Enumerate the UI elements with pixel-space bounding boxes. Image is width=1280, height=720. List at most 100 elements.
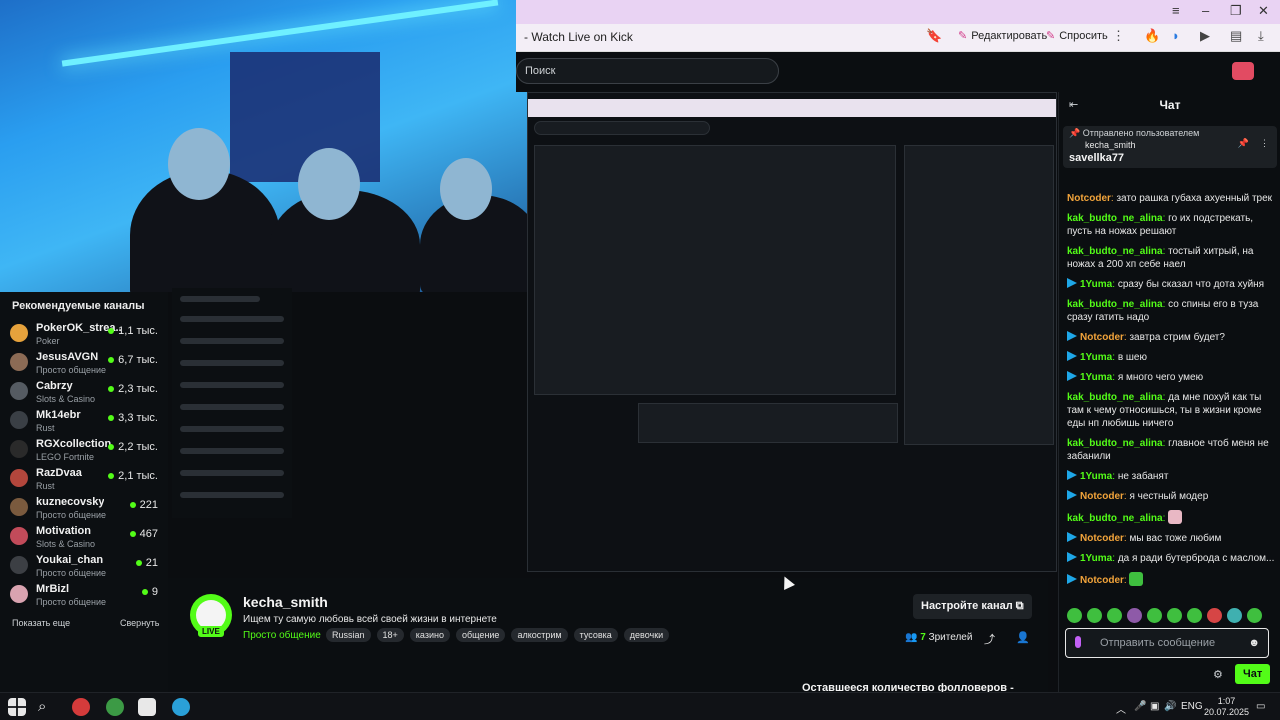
chat-username[interactable]: kak_budto_ne_alina — [1067, 213, 1163, 224]
notification-icon[interactable]: ▭ — [1256, 701, 1265, 712]
mic-tray-icon[interactable]: 🎤 — [1134, 701, 1146, 712]
fire-icon[interactable]: 🔥 — [1144, 28, 1160, 44]
chat-username[interactable]: 1Yuma — [1080, 372, 1112, 383]
tag[interactable]: тусовка — [573, 628, 618, 642]
chat-send-button[interactable]: Чат — [1235, 664, 1271, 684]
media-icon[interactable]: ▶ — [1200, 28, 1210, 44]
yandex-browser-icon[interactable] — [138, 698, 156, 716]
emote-icon[interactable] — [1207, 608, 1222, 623]
pinned-more-icon[interactable]: ⋮ — [1260, 138, 1269, 149]
recommended-sidebar: Рекомендуемые каналы PokerOK_strea... Po… — [0, 292, 168, 692]
chat-username[interactable]: 1Yuma — [1080, 352, 1112, 363]
browser-tabbar: - Watch Live on Kick 🔖 ✎ Редактировать ✎… — [516, 24, 1280, 52]
show-more-button[interactable]: Показать еще — [12, 618, 70, 628]
download-icon[interactable]: ⤓ — [1258, 28, 1264, 44]
emote-icon[interactable] — [1147, 608, 1162, 623]
search-input[interactable]: Поиск — [516, 58, 779, 84]
tag[interactable]: девочки — [623, 628, 670, 642]
chat-username[interactable]: Notcoder — [1067, 193, 1111, 204]
clock[interactable]: 1:07 20.07.2025 — [1204, 696, 1249, 718]
bookmark-icon[interactable]: 🔖 — [926, 28, 942, 44]
camera-tray-icon[interactable]: ▣ — [1150, 701, 1159, 712]
collapse-button[interactable]: Свернуть — [120, 618, 159, 628]
user-settings-icon[interactable]: 👤 — [1016, 631, 1030, 644]
channel-category: Просто общение — [36, 597, 106, 607]
chat-text: я много чего умею — [1117, 372, 1204, 383]
sidebar-channel[interactable]: Mk14ebr Rust 3,3 тыс. — [10, 407, 160, 435]
chat-username[interactable]: Notcoder — [1080, 575, 1124, 586]
sidebar-channel[interactable]: Youkai_chan Просто общение 21 — [10, 552, 160, 580]
telegram-icon[interactable] — [172, 698, 190, 716]
emote-icon[interactable] — [1127, 608, 1142, 623]
tag[interactable]: 18+ — [376, 628, 404, 642]
share-icon[interactable]: ⤴ — [984, 631, 995, 647]
chat-message: kak_budto_ne_alina: да мне похуй как ты … — [1067, 392, 1262, 429]
microphone-icon[interactable] — [1075, 636, 1081, 648]
chat-username[interactable]: kak_budto_ne_alina — [1067, 392, 1163, 403]
close-icon[interactable]: ✕ — [1258, 3, 1269, 19]
emote-icon[interactable] — [1067, 608, 1082, 623]
chrome-icon[interactable] — [106, 698, 124, 716]
chat-username[interactable]: kak_budto_ne_alina — [1067, 246, 1163, 257]
tag[interactable]: Russian — [326, 628, 371, 642]
volume-icon[interactable]: 🔊 — [1164, 701, 1176, 712]
chat-username[interactable]: kak_budto_ne_alina — [1067, 438, 1163, 449]
tray-chevron-icon[interactable]: ︿ — [1116, 701, 1126, 716]
chat-username[interactable]: Notcoder — [1080, 491, 1124, 502]
sidebar-channel[interactable]: JesusAVGN Просто общение 6,7 тыс. — [10, 349, 160, 377]
sidebar-channel[interactable]: kuznecovsky Просто общение 221 — [10, 494, 160, 522]
chat-username[interactable]: Notcoder — [1080, 332, 1124, 343]
chat-input[interactable]: Отправить сообщение ☻ — [1065, 628, 1269, 658]
emote-icon[interactable] — [1107, 608, 1122, 623]
tag[interactable]: алкострим — [511, 628, 568, 642]
chat-username[interactable]: Notcoder — [1080, 533, 1124, 544]
start-icon[interactable] — [8, 698, 26, 716]
nested-line — [180, 360, 284, 366]
emoji-icon[interactable]: ☻ — [1248, 637, 1260, 649]
sidebar-channel[interactable]: RGXcollection LEGO Fortnite 2,2 тыс. — [10, 436, 160, 464]
chat-username[interactable]: 1Yuma — [1080, 471, 1112, 482]
language-indicator[interactable]: ENG — [1181, 701, 1203, 712]
maximize-icon[interactable]: ❐ — [1230, 3, 1242, 19]
channel-name[interactable]: kecha_smith — [243, 594, 328, 610]
ask-button[interactable]: ✎ Спросить — [1046, 29, 1108, 43]
more-icon[interactable]: ⋮ — [1112, 28, 1125, 44]
tag[interactable]: казино — [409, 628, 450, 642]
emote-icon[interactable] — [1167, 608, 1182, 623]
chat-username[interactable]: kak_budto_ne_alina — [1067, 299, 1163, 310]
unpin-icon[interactable]: 📌 — [1238, 138, 1249, 149]
audio-icon[interactable]: ◗ — [1172, 28, 1180, 43]
stream-preview[interactable] — [527, 92, 1057, 572]
collections-icon[interactable]: ▤ — [1230, 28, 1242, 44]
sidebar-channel[interactable]: Motivation Slots & Casino 467 — [10, 523, 160, 551]
emote-icon[interactable] — [1247, 608, 1262, 623]
emote-icon[interactable] — [1187, 608, 1202, 623]
sidebar-channel[interactable]: Cabrzy Slots & Casino 2,3 тыс. — [10, 378, 160, 406]
edit-button[interactable]: ✎ Редактировать — [958, 29, 1048, 43]
chat-settings-icon[interactable]: ⚙ — [1213, 668, 1223, 681]
pinned-message[interactable]: 📌 Отправлено пользователем kecha_smith s… — [1063, 126, 1277, 168]
chat-username[interactable]: kak_budto_ne_alina — [1067, 513, 1163, 524]
live-dot-icon — [135, 560, 142, 566]
sidebar-channel[interactable]: MrBizl Просто общение 9 — [10, 581, 160, 609]
channel-avatar — [10, 527, 28, 545]
tab-title[interactable]: - Watch Live on Kick — [524, 30, 633, 44]
sidebar-channel[interactable]: PokerOK_strea... Poker 1,1 тыс. — [10, 320, 160, 348]
chat-username[interactable]: 1Yuma — [1080, 279, 1112, 290]
chat-username[interactable]: 1Yuma — [1080, 553, 1112, 564]
sidebar-channel[interactable]: RazDvaa Rust 2,1 тыс. — [10, 465, 160, 493]
tag[interactable]: общение — [455, 628, 506, 642]
app-icon[interactable] — [72, 698, 90, 716]
channel-category: Rust — [36, 423, 55, 433]
viewer-count: 1,1 тыс. — [108, 325, 158, 337]
user-avatar[interactable] — [1232, 62, 1254, 80]
stream-category[interactable]: Просто общение — [243, 630, 321, 641]
search-icon[interactable]: ⌕ — [38, 698, 56, 716]
menu-icon[interactable]: ≡ — [1172, 3, 1180, 18]
emote-icon[interactable] — [1087, 608, 1102, 623]
minimize-icon[interactable]: – — [1202, 3, 1209, 18]
edit-label: Редактировать — [971, 29, 1048, 42]
chat-message: Notcoder: я честный модер — [1067, 490, 1275, 503]
configure-channel-button[interactable]: Настройте канал ⧉ — [913, 594, 1032, 619]
emote-icon[interactable] — [1227, 608, 1242, 623]
